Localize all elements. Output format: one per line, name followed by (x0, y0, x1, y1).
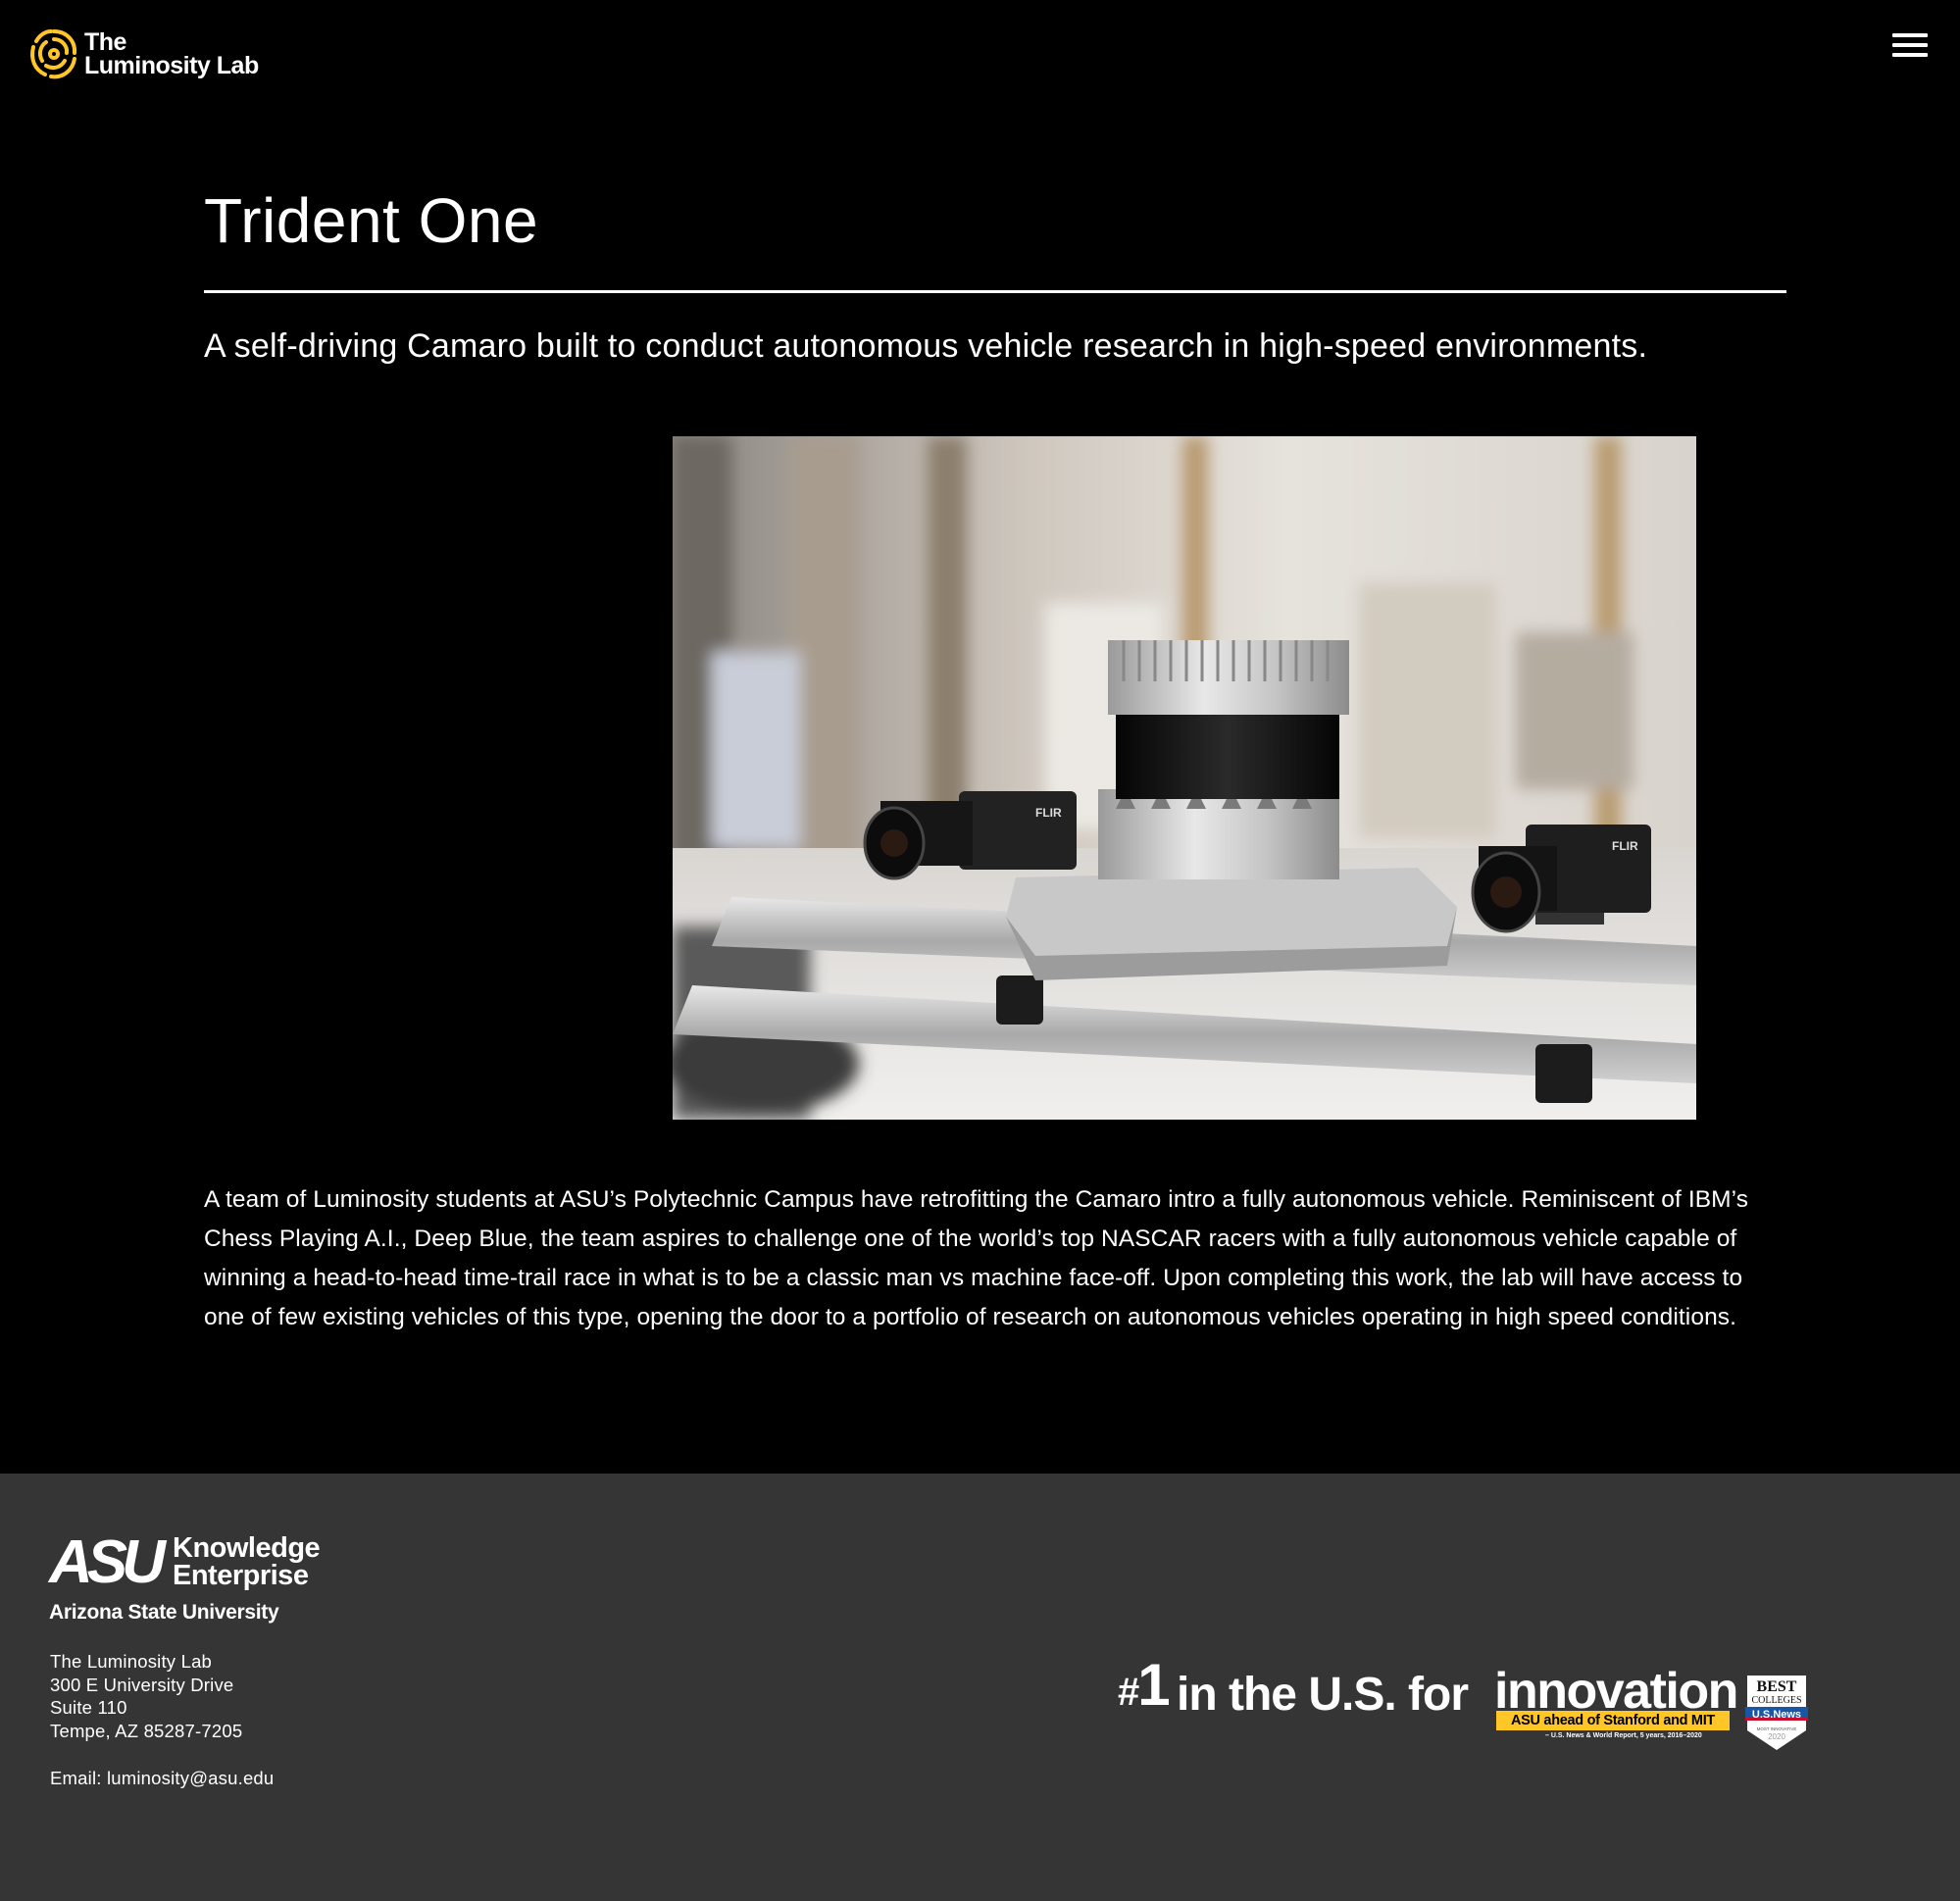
asu-wordmark: ASU (49, 1528, 166, 1596)
logo-line-1: The (84, 28, 126, 56)
flir-label-left: FLIR (1035, 806, 1062, 820)
sun-swirl-logo-icon (30, 29, 77, 79)
email-link[interactable]: luminosity@asu.edu (107, 1768, 274, 1788)
hero-image: FLIR FLIR (673, 436, 1696, 1120)
asu-knowledge-enterprise-logo[interactable]: ASU Knowledge Enterprise Arizona State U… (49, 1532, 333, 1630)
site-footer: ASU Knowledge Enterprise Arizona State U… (0, 1474, 1960, 1901)
luminosity-lab-logo[interactable]: The Luminosity Lab (27, 25, 259, 82)
badge-colleges: COLLEGES (1751, 1695, 1801, 1706)
innovation-source: – U.S. News & World Report, 5 years, 201… (1545, 1732, 1702, 1739)
us-news-best-colleges-badge-icon: BEST COLLEGES U.S.News MOST INNOVATIVE 2… (1745, 1676, 1808, 1750)
address-line: 300 E University Drive (50, 1674, 234, 1695)
project-description: A team of Luminosity students at ASU’s P… (204, 1186, 1749, 1330)
rank-hash: # (1118, 1671, 1139, 1714)
page-subtitle: A self-driving Camaro built to conduct a… (204, 327, 1648, 365)
badge-best: BEST (1757, 1678, 1797, 1695)
page-title: Trident One (204, 185, 539, 256)
rank-number: #1 (1118, 1656, 1171, 1722)
university-name: Arizona State University (49, 1601, 279, 1624)
logo-line-2: Luminosity Lab (84, 52, 259, 79)
address-line: Suite 110 (50, 1697, 127, 1718)
menu-bar (1892, 43, 1928, 47)
site-header: The Luminosity Lab (0, 0, 1960, 108)
knowledge-enterprise-label: Knowledge Enterprise (173, 1532, 321, 1591)
email-label: Email: (50, 1768, 107, 1788)
menu-bar (1892, 33, 1928, 37)
innovation-ranking-banner: #1 in the U.S. for innovation ASU ahead … (1118, 1656, 1834, 1754)
rank-text: in the U.S. for (1177, 1669, 1469, 1721)
contact-email: Email: luminosity@asu.edu (50, 1768, 274, 1789)
address-line: The Luminosity Lab (50, 1651, 213, 1672)
badge-sub: MOST INNOVATIVE (1757, 1726, 1797, 1731)
hamburger-menu-icon[interactable] (1892, 33, 1928, 61)
logo-wordmark: The Luminosity Lab (84, 28, 259, 79)
badge-year: 2020 (1768, 1732, 1785, 1741)
knowledge-text: Knowledge (173, 1532, 321, 1564)
lidar-rig-photo: FLIR FLIR (673, 436, 1696, 1120)
flir-label-right: FLIR (1612, 839, 1638, 853)
enterprise-text: Enterprise (173, 1560, 309, 1591)
innovation-tagline: ASU ahead of Stanford and MIT (1496, 1711, 1730, 1730)
menu-bar (1892, 53, 1928, 57)
badge-brand: U.S.News (1752, 1709, 1801, 1721)
rank-digit: 1 (1137, 1652, 1170, 1718)
address-line: Tempe, AZ 85287-7205 (50, 1720, 243, 1741)
title-divider (204, 290, 1786, 293)
lab-address: The Luminosity Lab 300 E University Driv… (50, 1650, 242, 1742)
